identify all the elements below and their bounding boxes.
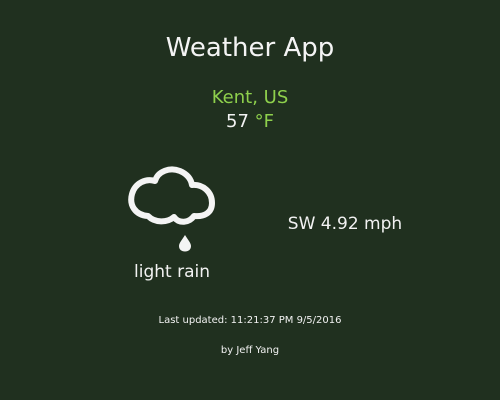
temperature: 57 °F — [0, 111, 500, 133]
author-credit: by Jeff Yang — [220, 345, 280, 356]
temperature-unit: °F — [254, 111, 274, 132]
temperature-value: 57 — [226, 111, 249, 132]
wind-speed: SW 4.92 mph — [287, 214, 403, 234]
weather-description: light rain — [134, 262, 210, 282]
last-updated: Last updated: 11:21:37 PM 9/5/2016 — [158, 315, 342, 326]
location-name: Kent, US — [211, 87, 289, 108]
app-title: Weather App — [165, 33, 335, 63]
rain-cloud-icon — [128, 163, 216, 255]
